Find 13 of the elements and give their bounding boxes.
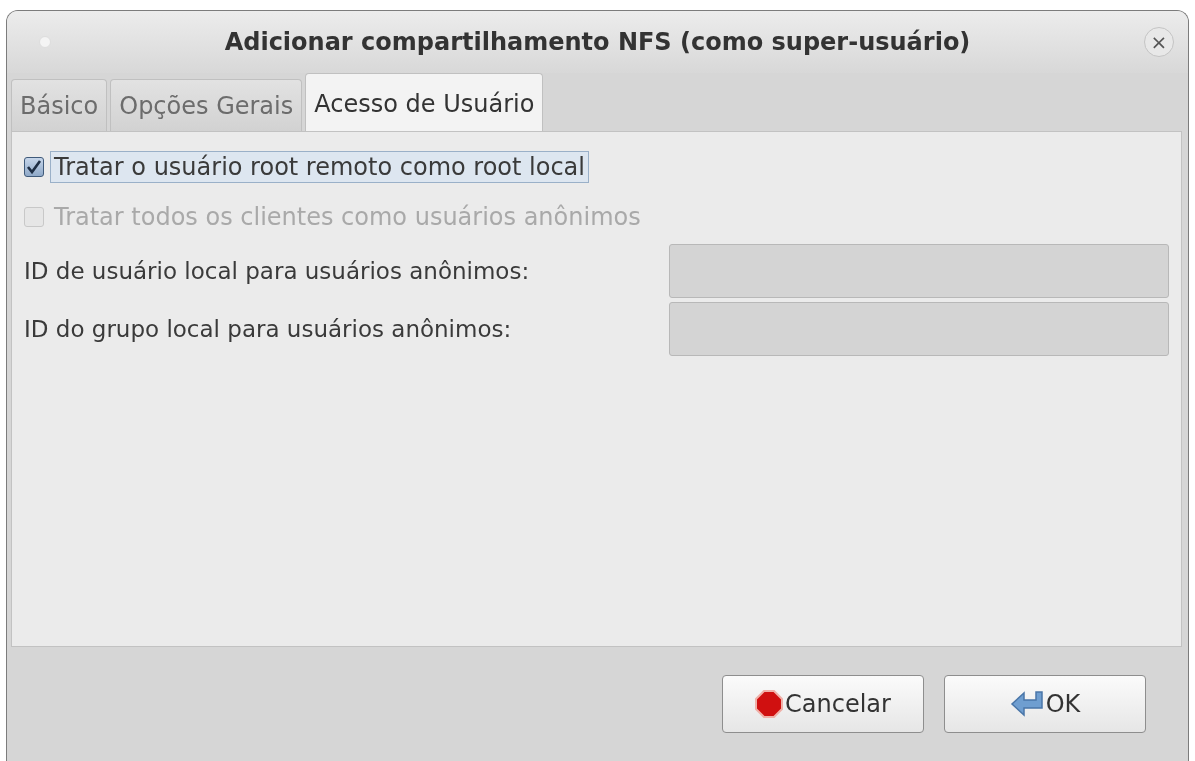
field-label: ID do grupo local para usuários anônimos: (24, 316, 513, 342)
checkbox[interactable] (24, 157, 44, 177)
return-arrow-icon (1009, 690, 1044, 718)
checkbox-label[interactable]: Tratar o usuário root remoto como root local (50, 151, 589, 183)
field-label: ID de usuário local para usuários anônimos: (24, 258, 531, 284)
tab[interactable]: Acesso de Usuário (305, 73, 544, 131)
cancel-button[interactable]: Cancelar (722, 675, 924, 733)
tab[interactable]: Básico (11, 79, 108, 131)
close-button[interactable]: × (1144, 27, 1174, 57)
stop-icon (755, 690, 784, 718)
window-title: Adicionar compartilhamento NFS (como super-usuário) (223, 28, 972, 56)
ok-button[interactable]: OK (944, 675, 1146, 733)
tab[interactable]: Opções Gerais (110, 79, 303, 131)
